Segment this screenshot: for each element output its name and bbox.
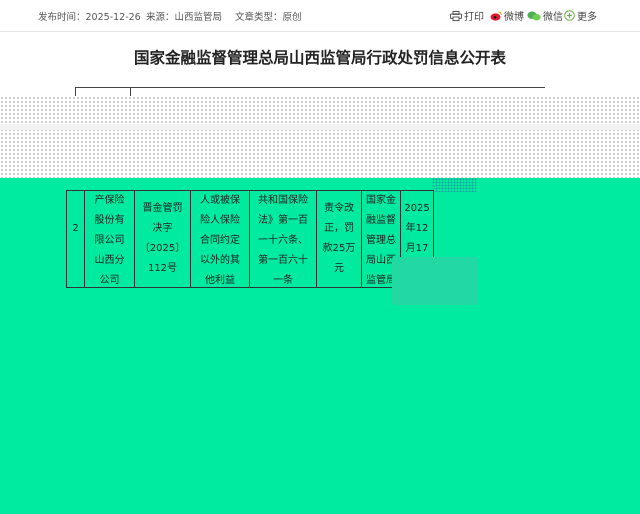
more-share-button[interactable]: 更多 [564, 8, 597, 23]
page-title: 国家金融监督管理总局山西监管局行政处罚信息公开表 [133, 49, 506, 67]
cell-decision: 责令改正，罚款25万元 [316, 190, 362, 288]
cell-line: 2025 [404, 203, 430, 214]
cell-line: 月17 [405, 243, 429, 254]
cell-line: 年12 [405, 223, 429, 234]
cell-party-name: 产保险股份有限公司山西分公司 [84, 190, 135, 288]
cell-line: 他利益 [205, 275, 235, 286]
cell-line: 元 [334, 263, 344, 274]
wechat-share-button[interactable]: 微信 [527, 8, 563, 23]
cell-line: 公司 [99, 275, 120, 286]
printer-icon [450, 10, 462, 21]
weibo-share-button[interactable]: 微博 [490, 8, 524, 23]
weibo-icon [490, 11, 502, 21]
penalty-table: 2 产保险股份有限公司山西分公司 晋金管罚决字〔2025〕 112号 人或被保险人… [66, 190, 434, 288]
cell-line: 限公司 [94, 235, 125, 246]
weibo-label: 微博 [504, 12, 524, 23]
cell-line: 产保险 [94, 195, 125, 206]
more-label: 更多 [577, 12, 597, 23]
cell-line: 合同约定 [200, 235, 240, 246]
cell-line: 112号 [147, 263, 178, 274]
cell-line: 以外的其 [200, 255, 240, 266]
source: 来源：山西监管局 [146, 12, 223, 23]
cell-line: 险人保险 [200, 215, 240, 226]
cell-violation: 人或被保险人保险合同约定以外的其他利益 [190, 190, 250, 288]
table-row: 2 产保险股份有限公司山西分公司 晋金管罚决字〔2025〕 112号 人或被保险人… [66, 190, 434, 288]
cell-line: 融监督 [366, 215, 396, 226]
cell-line: 管理总 [366, 235, 396, 246]
article-type: 文章类型：原创 [235, 12, 302, 23]
cell-decision-no: 晋金管罚决字〔2025〕 112号 [134, 190, 191, 288]
article-meta-bar: 发布时间：2025-12-26 来源：山西监管局 文章类型：原创 打印 微博 微… [0, 0, 640, 32]
print-label: 打印 [464, 12, 484, 23]
blurred-overlay [392, 257, 477, 305]
print-button[interactable]: 打印 [450, 8, 484, 23]
cell-line: 款25万 [322, 243, 356, 254]
cell-basis: 共和国保险法》第一百一十六条、第一百六十一条 [249, 190, 317, 288]
cell-line: 法》第一百 [258, 215, 308, 226]
plus-circle-icon [564, 10, 575, 21]
cell-line: 正，罚 [324, 223, 354, 234]
cell-line: 股份有 [94, 215, 125, 226]
wechat-icon [527, 11, 541, 21]
wechat-label: 微信 [543, 12, 563, 23]
cell-line: 一条 [273, 275, 293, 286]
cell-line: 责令改 [324, 203, 354, 214]
cell-line: 晋金管罚 [142, 203, 183, 214]
dotted-noise-band [0, 96, 640, 188]
cell-line: 〔2025〕 [139, 243, 186, 254]
cell-line: 决字 [152, 223, 173, 234]
cell-line: 共和国保险 [258, 195, 308, 206]
publish-time: 发布时间：2025-12-26 [38, 12, 141, 23]
cell-line: 山西分 [94, 255, 125, 266]
cell-line: 一十六条、 [258, 235, 308, 246]
cell-index: 2 [66, 190, 85, 288]
cell-line: 国家金 [366, 195, 396, 206]
cell-line: 第一百六十 [258, 255, 308, 266]
cell-line: 人或被保 [200, 195, 240, 206]
noise-fragment [432, 178, 477, 192]
